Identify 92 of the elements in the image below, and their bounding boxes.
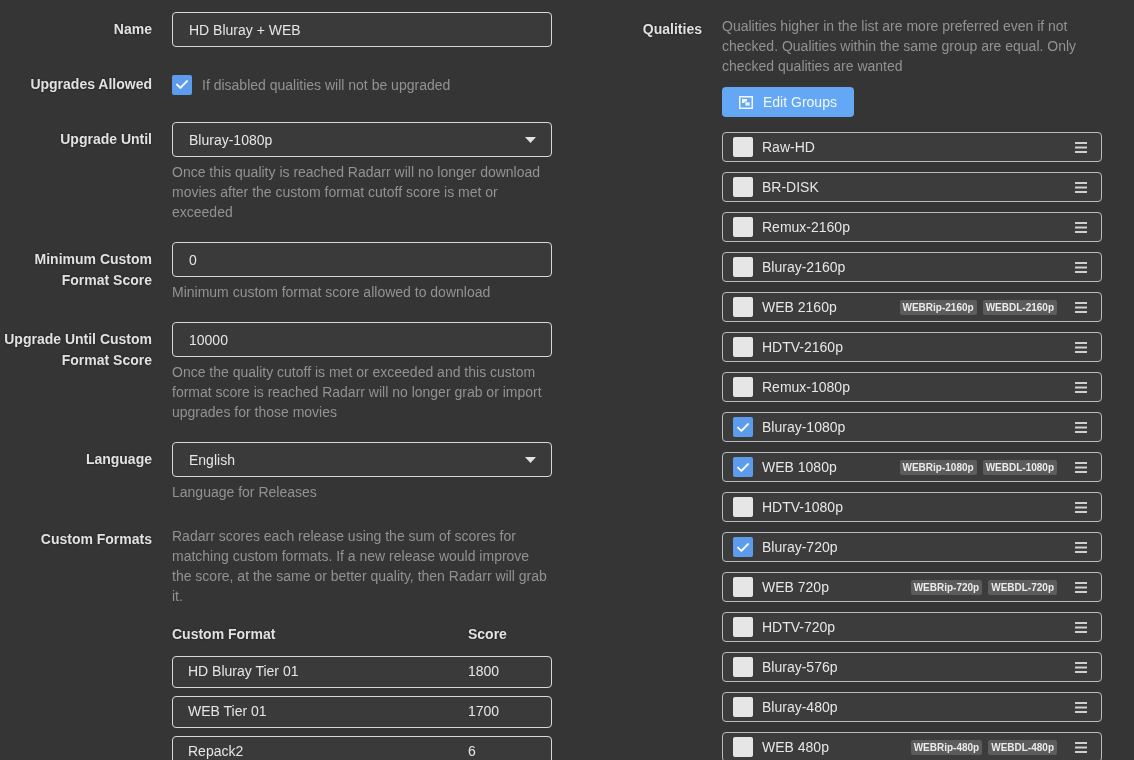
drag-handle-icon[interactable] [1075,621,1087,633]
field-label: Name [113,21,152,37]
caret-icon [525,456,536,463]
help-text: Language for Releases [172,483,318,502]
drag-handle-icon[interactable] [1075,501,1087,513]
checkbox[interactable] [733,217,753,237]
text-field[interactable]: 10000 [172,322,552,357]
help-text: If disabled qualities will not be upgraded [202,75,451,95]
field-label: Upgrade Until Custom Format Score [4,331,152,368]
quality-tag: WEBRip-2160p [899,299,977,315]
format-name: Repack2 [188,743,244,759]
help-text: Once the quality cutoff is met or exceeded and this custom format score is reached Radarr will no longer grab or import upgrades for those movies [172,363,543,422]
field-label: Minimum Custom Format Score [34,251,152,288]
quality-name: Raw-HD [762,139,816,155]
checkbox[interactable] [733,697,753,717]
field-label: Language [85,451,152,467]
text-field[interactable]: 0 [172,242,552,277]
drag-handle-icon[interactable] [1075,301,1087,313]
drag-handle-icon[interactable] [1075,261,1087,273]
quality-name: HDTV-2160p [762,339,844,355]
caret-icon [525,136,536,143]
checkmark-icon [737,462,749,472]
drag-handle-icon[interactable] [1075,701,1087,713]
drag-handle-icon[interactable] [1075,341,1087,353]
quality-tag: WEBDL-1080p [982,459,1057,475]
quality-name: Bluray-480p [762,699,839,715]
format-score: 1700 [468,703,500,719]
quality-name: WEB 1080p [762,459,838,475]
field-label: Custom Formats [40,531,152,547]
drag-handle-icon[interactable] [1075,141,1087,153]
checkbox[interactable] [733,577,753,597]
drag-handle-icon[interactable] [1075,381,1087,393]
checkbox[interactable] [733,137,753,157]
checkbox[interactable] [733,377,753,397]
quality-name: BR-DISK [762,179,820,195]
quality-name: Bluray-720p [762,539,839,555]
checkbox[interactable] [733,657,753,677]
checkbox[interactable] [733,457,753,477]
checkbox[interactable] [733,497,753,517]
drag-handle-icon[interactable] [1075,581,1087,593]
checkbox[interactable] [733,417,753,437]
format-score: 1800 [468,663,500,679]
column-header: Score [468,626,507,642]
quality-name: HDTV-1080p [762,499,844,515]
quality-tag: WEBDL-720p [988,579,1057,595]
format-name: HD Bluray Tier 01 [188,663,299,679]
quality-tag: WEBDL-2160p [982,299,1057,315]
quality-name: HDTV-720p [762,619,837,635]
help-text: Once this quality is reached Radarr will no longer download movies after the custom format cutoff score is met or exceeded [172,163,542,222]
checkbox[interactable] [733,177,753,197]
quality-name: Bluray-2160p [762,259,847,275]
help-text: Qualities higher in the list are more preferred even if not checked. Qualities within the same group are equal. Only checked qualities are wanted [722,17,1078,76]
format-score: 6 [468,743,476,759]
checkbox[interactable] [733,297,753,317]
checkbox[interactable] [733,257,753,277]
drag-handle-icon[interactable] [1075,461,1087,473]
grouped-squares-icon [739,95,753,109]
dropdown[interactable]: English [172,442,552,477]
field-label: Upgrade Until [60,131,152,147]
checkbox[interactable] [733,737,753,757]
drag-handle-icon[interactable] [1075,541,1087,553]
text-field[interactable]: HD Bluray + WEB [172,12,552,47]
drag-handle-icon[interactable] [1075,661,1087,673]
checkbox[interactable] [172,74,192,95]
drag-handle-icon[interactable] [1075,181,1087,193]
format-name: WEB Tier 01 [188,703,267,719]
checkbox[interactable] [733,537,753,557]
quality-name: Bluray-576p [762,659,839,675]
quality-name: Bluray-1080p [762,419,847,435]
quality-name: WEB 480p [762,739,830,755]
quality-tag: WEBRip-480p [910,739,983,755]
quality-name: WEB 2160p [762,299,838,315]
help-text: Minimum custom format score allowed to download [172,283,492,302]
field-label: Upgrades Allowed [30,76,152,92]
quality-tag: WEBRip-1080p [899,459,977,475]
column-header: Custom Format [172,626,276,642]
checkmark-icon [737,422,749,432]
quality-name: WEB 720p [762,579,830,595]
drag-handle-icon[interactable] [1075,741,1087,753]
dropdown[interactable]: Bluray-1080p [172,122,552,157]
quality-tag: WEBDL-480p [988,739,1057,755]
field-label: Qualities [642,21,702,37]
drag-handle-icon[interactable] [1075,221,1087,233]
checkmark-icon [176,80,188,89]
checkmark-icon [737,542,749,552]
quality-name: Remux-1080p [762,379,851,395]
drag-handle-icon[interactable] [1075,421,1087,433]
quality-name: Remux-2160p [762,219,851,235]
checkbox[interactable] [733,617,753,637]
checkbox[interactable] [733,337,753,357]
help-text: Radarr scores each release using the sum of scores for matching custom formats. If a new release would improve the score, at the same or better quality, then Radarr will grab it. [172,527,548,606]
quality-tag: WEBRip-720p [910,579,983,595]
